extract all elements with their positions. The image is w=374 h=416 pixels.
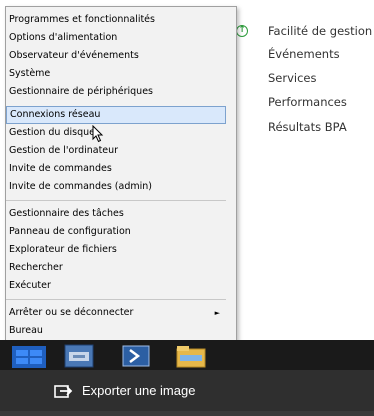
menu-item-desktop[interactable]: Bureau bbox=[6, 322, 226, 340]
menu-item-disk-management[interactable]: Gestion du disque bbox=[6, 124, 226, 142]
menu-item-run[interactable]: Exécuter bbox=[6, 277, 226, 295]
submenu-arrow-icon: ► bbox=[214, 309, 220, 317]
menu-item-command-prompt-admin[interactable]: Invite de commandes (admin) bbox=[6, 178, 226, 196]
windows-start-icon[interactable] bbox=[12, 346, 46, 368]
file-explorer-icon[interactable] bbox=[175, 343, 207, 369]
menu-item-system[interactable]: Système bbox=[6, 65, 226, 83]
menu-item-control-panel[interactable]: Panneau de configuration bbox=[6, 223, 226, 241]
menu-item-command-prompt[interactable]: Invite de commandes bbox=[6, 160, 226, 178]
menu-item-event-viewer[interactable]: Observateur d'événements bbox=[6, 47, 226, 65]
menu-item-shutdown-signout[interactable]: Arrêter ou se déconnecter ► bbox=[6, 304, 226, 322]
export-image-label: Exporter une image bbox=[82, 382, 196, 398]
status-ok-icon: ↑ bbox=[236, 25, 248, 37]
tile-item-services[interactable]: Services bbox=[268, 71, 317, 85]
menu-item-file-explorer[interactable]: Explorateur de fichiers bbox=[6, 241, 226, 259]
tile-item-manageability[interactable]: Facilité de gestion bbox=[268, 24, 372, 38]
menu-separator bbox=[6, 200, 226, 201]
mouse-cursor-icon bbox=[92, 125, 104, 143]
powershell-icon[interactable] bbox=[120, 343, 152, 369]
menu-item-network-connections[interactable]: Connexions réseau bbox=[6, 106, 226, 124]
menu-separator bbox=[6, 299, 226, 300]
tile-item-bpa-results[interactable]: Résultats BPA bbox=[268, 120, 347, 134]
menu-item-programs-features[interactable]: Programmes et fonctionnalités bbox=[6, 11, 226, 29]
menu-item-computer-management[interactable]: Gestion de l'ordinateur bbox=[6, 142, 226, 160]
tile-item-performance[interactable]: Performances bbox=[268, 95, 347, 109]
menu-item-device-manager[interactable]: Gestionnaire de périphériques bbox=[6, 83, 226, 101]
menu-item-power-options[interactable]: Options d'alimentation bbox=[6, 29, 226, 47]
menu-item-label: Arrêter ou se déconnecter bbox=[9, 307, 134, 318]
export-image-button[interactable]: Exporter une image bbox=[54, 379, 195, 401]
tile-item-events[interactable]: Événements bbox=[268, 47, 340, 61]
menu-item-search[interactable]: Rechercher bbox=[6, 259, 226, 277]
export-icon bbox=[54, 385, 73, 398]
toolbar-divider bbox=[0, 411, 374, 416]
server-manager-icon[interactable] bbox=[63, 343, 95, 369]
menu-item-task-manager[interactable]: Gestionnaire des tâches bbox=[6, 205, 226, 223]
